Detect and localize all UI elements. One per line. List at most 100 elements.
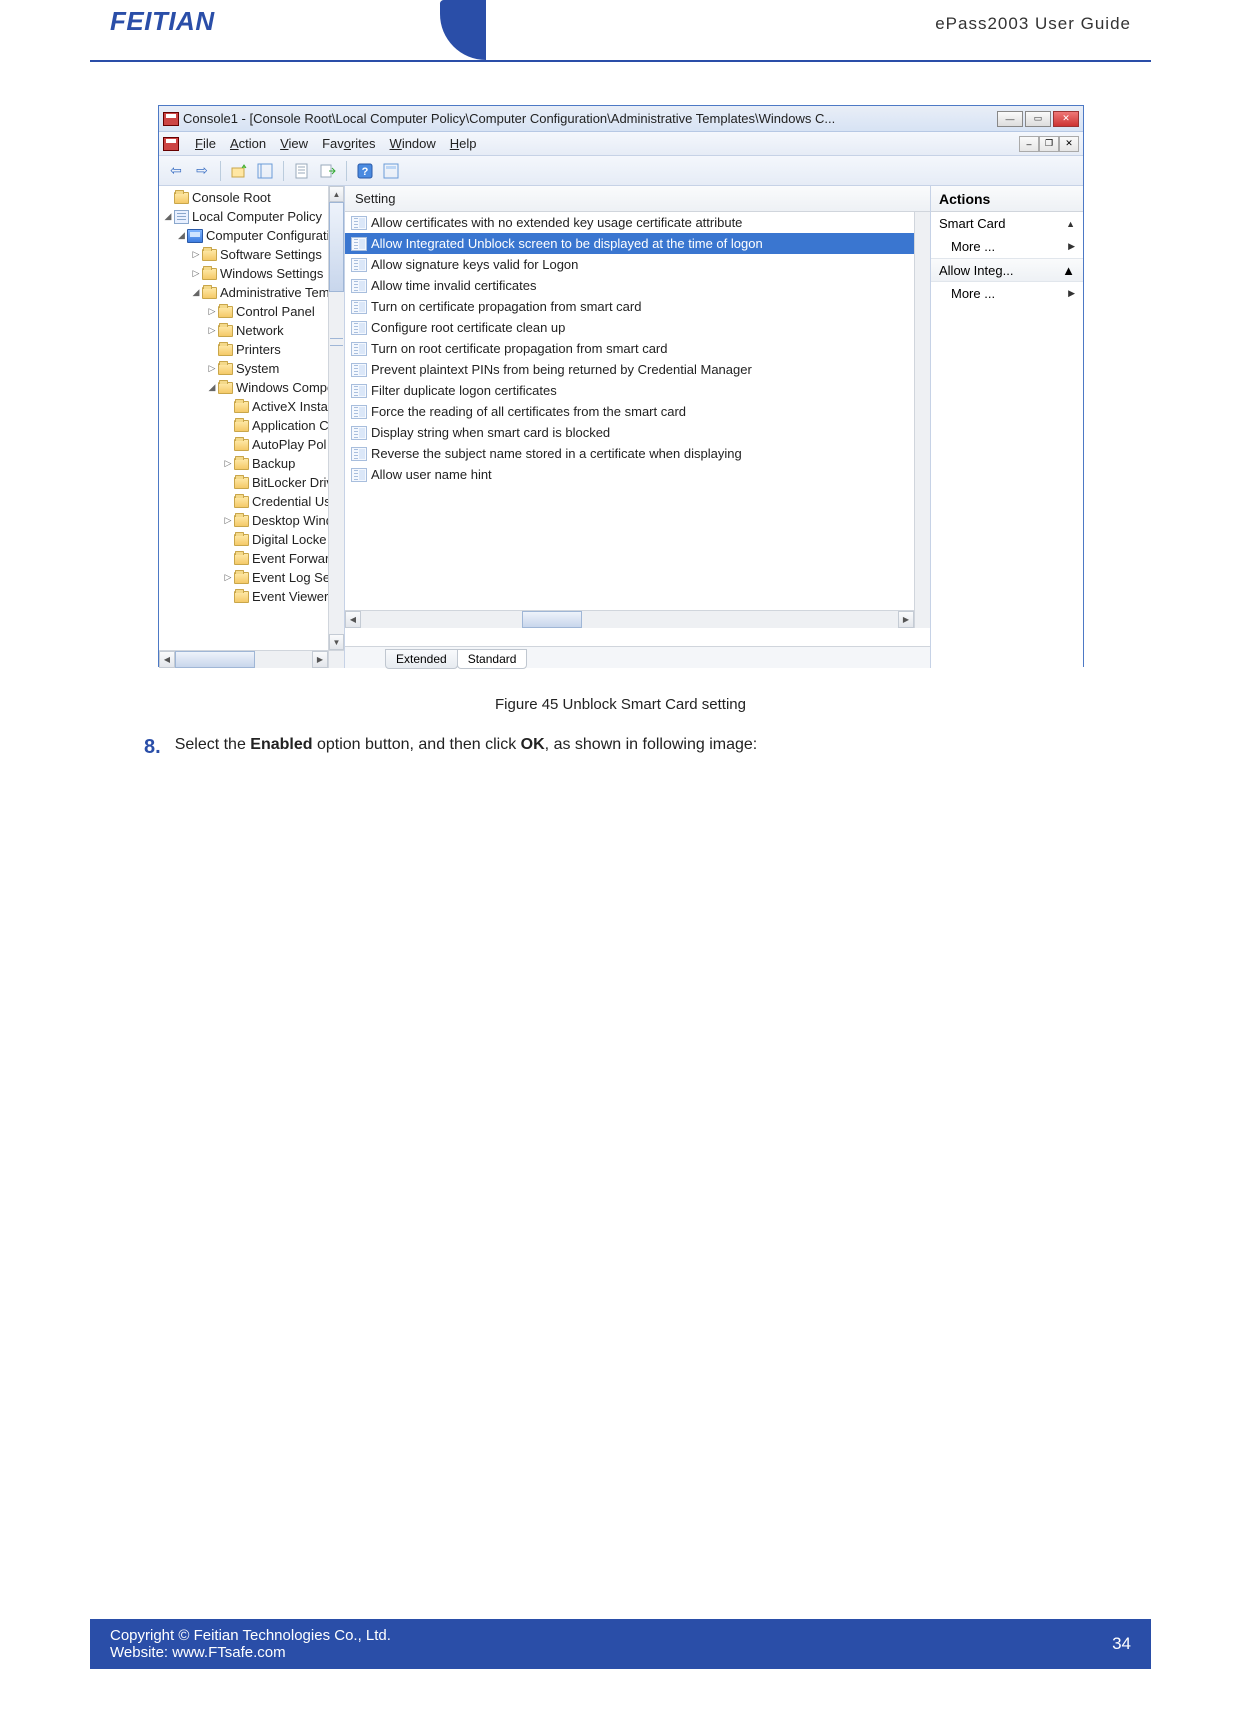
tree-node-console-root[interactable]: Console Root (161, 188, 344, 207)
folder-icon (202, 249, 217, 261)
setting-row[interactable]: Configure root certificate clean upN (345, 317, 930, 338)
scroll-thumb[interactable] (522, 611, 582, 628)
page-number: 34 (1112, 1634, 1131, 1654)
scroll-left-button[interactable]: ◀ (159, 651, 175, 668)
tree-node-bitlocker[interactable]: BitLocker Driv (161, 473, 344, 492)
tree-node-computer-configuration[interactable]: ◢Computer Configuration (161, 226, 344, 245)
action-more-2[interactable]: More ...▶ (931, 282, 1083, 305)
policy-item-icon (351, 321, 367, 335)
action-group-allow-integ[interactable]: Allow Integ...▲ (931, 258, 1083, 282)
scroll-thumb[interactable] (175, 651, 255, 668)
scroll-mark (330, 338, 343, 346)
tree-pane: Console Root ◢Local Computer Policy ◢Com… (159, 186, 345, 668)
properties-button[interactable] (291, 160, 313, 182)
up-folder-button[interactable] (228, 160, 250, 182)
tree-node-event-viewer[interactable]: Event Viewer (161, 587, 344, 606)
setting-row[interactable]: Allow signature keys valid for LogonN (345, 254, 930, 275)
tree-node-administrative-templates[interactable]: ◢Administrative Temp (161, 283, 344, 302)
instruction-step-8: 8. Select the Enabled option button, and… (144, 736, 757, 759)
tree-node-system[interactable]: ▷System (161, 359, 344, 378)
tree-node-activex[interactable]: ActiveX Insta (161, 397, 344, 416)
setting-label: Allow signature keys valid for Logon (371, 257, 578, 272)
tree-node-local-computer-policy[interactable]: ◢Local Computer Policy (161, 207, 344, 226)
tree-node-event-forwarding[interactable]: Event Forwar (161, 549, 344, 568)
tree-node-software-settings[interactable]: ▷Software Settings (161, 245, 344, 264)
setting-row[interactable]: Allow certificates with no extended key … (345, 212, 930, 233)
tree-node-autoplay[interactable]: AutoPlay Pol (161, 435, 344, 454)
tree-node-event-log-service[interactable]: ▷Event Log Ser (161, 568, 344, 587)
policy-icon (174, 210, 189, 224)
tab-extended[interactable]: Extended (385, 649, 458, 669)
menu-help[interactable]: Help (450, 136, 477, 151)
folder-icon (234, 515, 249, 527)
menu-favorites[interactable]: Favorites (322, 136, 375, 151)
tab-standard[interactable]: Standard (457, 649, 528, 669)
folder-icon (234, 458, 249, 470)
tree-node-control-panel[interactable]: ▷Control Panel (161, 302, 344, 321)
chevron-right-icon: ▶ (1068, 241, 1075, 252)
show-hide-tree-button[interactable] (254, 160, 276, 182)
help-button[interactable]: ? (354, 160, 376, 182)
settings-column-header[interactable]: Setting (345, 186, 930, 212)
mmc-window: Console1 - [Console Root\Local Computer … (158, 105, 1084, 667)
setting-row[interactable]: Turn on certificate propagation from sma… (345, 296, 930, 317)
titlebar[interactable]: Console1 - [Console Root\Local Computer … (159, 106, 1083, 132)
folder-icon (234, 591, 249, 603)
export-button[interactable] (317, 160, 339, 182)
setting-row[interactable]: Display string when smart card is blocke… (345, 422, 930, 443)
setting-row[interactable]: Force the reading of all certificates fr… (345, 401, 930, 422)
setting-row[interactable]: Allow Integrated Unblock screen to be di… (345, 233, 930, 254)
back-button[interactable]: ⇦ (165, 160, 187, 182)
tree-node-printers[interactable]: Printers (161, 340, 344, 359)
setting-row[interactable]: Prevent plaintext PINs from being return… (345, 359, 930, 380)
tree-node-network[interactable]: ▷Network (161, 321, 344, 340)
scroll-down-button[interactable]: ▼ (329, 634, 344, 650)
folder-icon (234, 553, 249, 565)
tree-horizontal-scrollbar[interactable]: ◀ ▶ (159, 650, 328, 668)
minimize-button[interactable]: — (997, 111, 1023, 127)
tree-node-backup[interactable]: ▷Backup (161, 454, 344, 473)
action-group-smart-card[interactable]: Smart Card▲ (931, 212, 1083, 235)
export-icon (320, 163, 336, 179)
menu-action[interactable]: Action (230, 136, 266, 151)
scroll-thumb[interactable] (329, 202, 344, 292)
scroll-right-button[interactable]: ▶ (312, 651, 328, 668)
close-button[interactable]: ✕ (1053, 111, 1079, 127)
setting-row[interactable]: Turn on root certificate propagation fro… (345, 338, 930, 359)
policy-item-icon (351, 279, 367, 293)
forward-button[interactable]: ⇨ (191, 160, 213, 182)
menu-view[interactable]: View (280, 136, 308, 151)
maximize-button[interactable]: ▭ (1025, 111, 1051, 127)
action-more-1[interactable]: More ...▶ (931, 235, 1083, 258)
folder-up-icon (231, 163, 247, 179)
tree-vertical-scrollbar[interactable]: ▲ ▼ (328, 186, 344, 650)
setting-label: Allow certificates with no extended key … (371, 215, 742, 230)
policy-item-icon (351, 237, 367, 251)
menu-file[interactable]: File (195, 136, 216, 151)
scroll-left-button[interactable]: ◀ (345, 611, 361, 628)
policy-item-icon (351, 426, 367, 440)
tree-node-application-compat[interactable]: Application C (161, 416, 344, 435)
menu-window[interactable]: Window (390, 136, 436, 151)
tree-node-windows-components[interactable]: ◢Windows Compo (161, 378, 344, 397)
child-restore-button[interactable]: ❐ (1039, 136, 1059, 152)
tree-node-desktop-window[interactable]: ▷Desktop Wind (161, 511, 344, 530)
policy-item-icon (351, 258, 367, 272)
chevron-right-icon: ▶ (1068, 288, 1075, 299)
list-vertical-scrollbar[interactable] (914, 212, 930, 628)
setting-row[interactable]: Allow time invalid certificatesN (345, 275, 930, 296)
scroll-up-button[interactable]: ▲ (329, 186, 344, 202)
setting-label: Force the reading of all certificates fr… (371, 404, 686, 419)
folder-icon (218, 363, 233, 375)
filter-button[interactable] (380, 160, 402, 182)
tree-node-credential-ui[interactable]: Credential Us (161, 492, 344, 511)
setting-row[interactable]: Reverse the subject name stored in a cer… (345, 443, 930, 464)
scroll-right-button[interactable]: ▶ (898, 611, 914, 628)
child-close-button[interactable]: ✕ (1059, 136, 1079, 152)
tree-node-digital-locker[interactable]: Digital Locke (161, 530, 344, 549)
child-minimize-button[interactable]: – (1019, 136, 1039, 152)
list-horizontal-scrollbar[interactable]: ◀ ▶ (345, 610, 914, 628)
setting-row[interactable]: Filter duplicate logon certificatesN (345, 380, 930, 401)
setting-row[interactable]: Allow user name hintN (345, 464, 930, 485)
tree-node-windows-settings[interactable]: ▷Windows Settings (161, 264, 344, 283)
